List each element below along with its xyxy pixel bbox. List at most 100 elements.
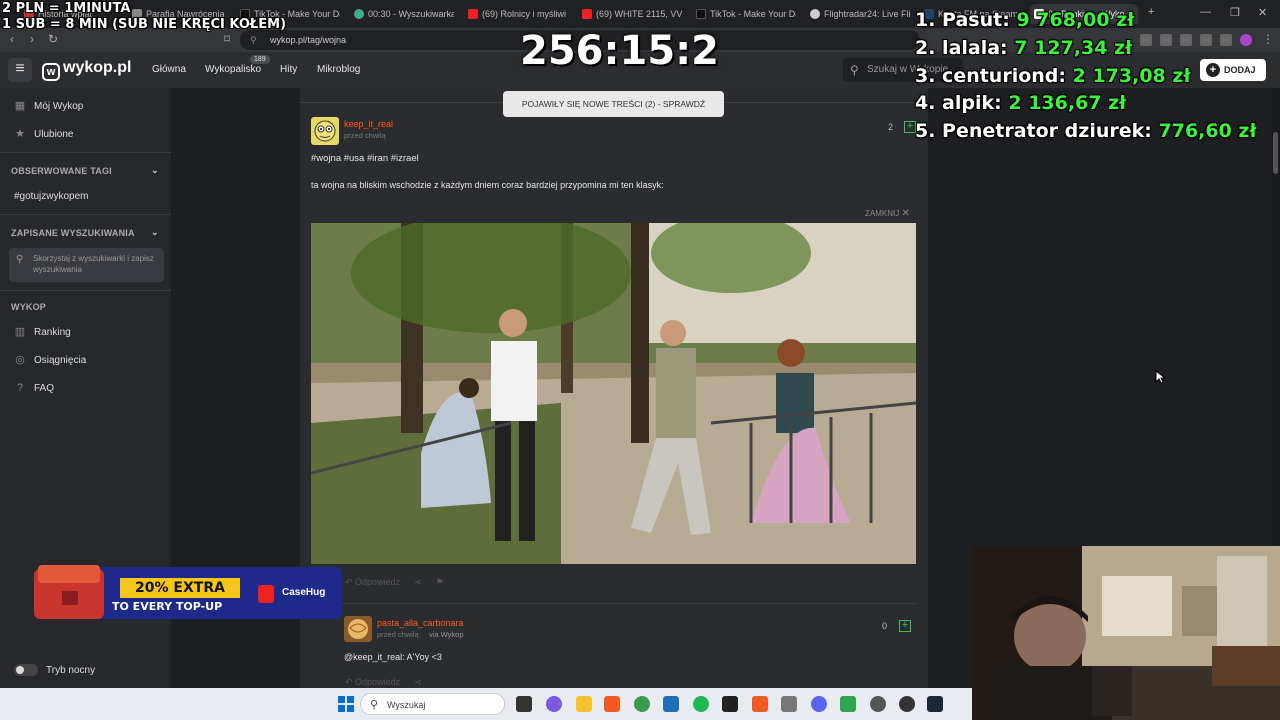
browser-tab[interactable]: TikTok - Make Your Da: [692, 4, 796, 24]
reply-icon: ↶: [345, 577, 356, 587]
browser-tab[interactable]: (69) Rolnicy i myśliwi p: [464, 4, 568, 24]
casehug-ad-banner: 20% EXTRA TO EVERY TOP-UP CaseHug: [32, 561, 342, 625]
task-view-icon[interactable]: [516, 696, 532, 712]
steam-icon[interactable]: [927, 696, 943, 712]
wykop-heading: WYKOP: [11, 302, 47, 312]
taskbar-search-input[interactable]: ⚲ Wyszukaj: [360, 693, 505, 715]
file-explorer-icon[interactable]: [576, 696, 592, 712]
google-icon: [354, 9, 364, 19]
new-tab-button[interactable]: +: [1148, 6, 1154, 18]
sidebar-item-ranking[interactable]: ▥ Ranking: [14, 326, 71, 338]
obs-icon[interactable]: [722, 696, 738, 712]
nav-mikroblog[interactable]: Mikroblog: [317, 64, 360, 75]
ranking-entry: 2. lalala: 7 127,34 zł: [915, 37, 1133, 59]
saved-searches-heading[interactable]: ZAPISANE WYSZUKIWANIA ⌄: [11, 227, 159, 238]
question-icon: ?: [16, 382, 24, 394]
profile-icon[interactable]: [1240, 34, 1252, 46]
comment-author-name[interactable]: pasta_alla_carbonara: [377, 618, 464, 628]
saved-searches-hint: ⚲ Skorzystaj z wyszukiwarki i zapisz wysz…: [9, 248, 164, 282]
notes-icon[interactable]: [840, 696, 856, 712]
windows-logo-icon: [338, 696, 354, 712]
wykopalisko-count-badge: 189: [250, 55, 270, 64]
post-time: przed chwilą: [344, 131, 386, 140]
observed-tags-heading[interactable]: OBSERWOWANE TAGI ⌄: [11, 165, 159, 176]
browser-tab[interactable]: (69) WHITE 2115, VVS: [578, 4, 682, 24]
post-body: ta wojna na bliskim wschodzie z każdym d…: [311, 180, 664, 190]
sidebar-divider: [0, 214, 171, 215]
copilot-icon[interactable]: [546, 696, 562, 712]
sidebar-item-achievements[interactable]: ◎ Osiągnięcia: [14, 354, 86, 366]
share-icon[interactable]: ⋖: [414, 677, 422, 688]
browser-tab[interactable]: 00:30 - Wyszukiwarka: [350, 4, 454, 24]
chrome-icon[interactable]: [634, 696, 650, 712]
hamburger-menu-icon[interactable]: ≡: [8, 58, 32, 82]
new-content-banner[interactable]: POJAWIŁY SIĘ NOWE TREŚCI (2) - SPRAWDŹ: [503, 91, 724, 117]
reply-button[interactable]: ↶ Odpowiedz: [345, 677, 400, 688]
windows-start-icon[interactable]: [338, 696, 354, 712]
app-icon[interactable]: [899, 696, 915, 712]
star-icon: ★: [15, 128, 25, 140]
extension-icon[interactable]: [1160, 34, 1172, 46]
nav-hity[interactable]: Hity: [280, 64, 297, 75]
post-embedded-image[interactable]: [311, 223, 916, 564]
streamer-webcam: [972, 546, 1280, 720]
extension-icon[interactable]: [1220, 34, 1232, 46]
comment-upvote-plus-icon[interactable]: +: [899, 620, 911, 632]
chevron-down-icon: ⌄: [151, 227, 159, 237]
post-author-name[interactable]: keep_it_real: [344, 119, 393, 129]
search-icon: ⚲: [850, 63, 859, 77]
ad-brand: CaseHug: [282, 587, 326, 598]
sidebar-item-favorites[interactable]: ★ Ulubione: [14, 128, 73, 140]
extension-icon[interactable]: [1200, 34, 1212, 46]
brave-icon[interactable]: [604, 696, 620, 712]
scrollbar-thumb[interactable]: [1273, 132, 1278, 174]
sidebar-item-faq[interactable]: ? FAQ: [14, 382, 54, 394]
ranking-entry: 5. Penetrator dziurek: 776,60 zł: [915, 120, 1257, 142]
window-close-button[interactable]: ✕: [1258, 6, 1267, 19]
site-logo[interactable]: w wykop.pl: [42, 59, 131, 81]
comment-body: @keep_it_real: A'Yoy <3: [344, 652, 442, 662]
nav-glowna[interactable]: Główna: [152, 64, 186, 75]
home-icon: ▦: [14, 100, 26, 112]
reply-button[interactable]: ↶ Odpowiedz: [345, 577, 400, 588]
comment-author-avatar[interactable]: [344, 616, 372, 642]
comment-time: przed chwilą: [377, 630, 419, 639]
night-mode-toggle[interactable]: Tryb nocny: [14, 664, 95, 676]
menu-dots-icon[interactable]: ⋮: [1262, 32, 1274, 46]
report-icon[interactable]: ⚑: [436, 577, 444, 588]
minimize-button[interactable]: —: [1200, 6, 1211, 18]
windows-taskbar: ⚲ Wyszukaj: [0, 688, 972, 720]
add-content-button[interactable]: + DODAJ: [1200, 59, 1266, 81]
reply-icon: ↶: [345, 677, 356, 687]
toggle-switch[interactable]: [14, 664, 38, 676]
casehug-logo-icon: [258, 585, 274, 603]
sidebar-item-my-wykop[interactable]: ▦ Mój Wykop: [14, 100, 84, 112]
medal-icon: ◎: [15, 354, 25, 366]
comment-actions: ↶ Odpowiedz ⋖: [345, 677, 422, 688]
tiktok-icon: [696, 9, 706, 19]
spotify-icon[interactable]: [693, 696, 709, 712]
post-actions: ↶ Odpowiedz ⋖ ⚑: [345, 577, 444, 588]
extension-icon[interactable]: [1180, 34, 1192, 46]
webcam-feed: [972, 546, 1280, 720]
extension-icon[interactable]: [1140, 34, 1152, 46]
share-icon[interactable]: ⋖: [414, 577, 422, 588]
forward-icon[interactable]: ›: [30, 32, 34, 46]
store-icon[interactable]: [663, 696, 679, 712]
collapse-button[interactable]: ZAMKNIJ ✕: [865, 208, 910, 219]
brave-icon[interactable]: [752, 696, 768, 712]
youtube-icon: [582, 9, 592, 19]
reload-icon[interactable]: ↻: [48, 32, 58, 46]
bookmark-icon[interactable]: ⌑: [224, 32, 230, 46]
discord-icon[interactable]: [811, 696, 827, 712]
nav-wykopalisko[interactable]: Wykopalisko: [205, 64, 261, 75]
post-author-avatar[interactable]: [311, 117, 339, 145]
mouse-cursor-icon: [1155, 370, 1165, 384]
settings-gear-icon[interactable]: [870, 696, 886, 712]
post-tags[interactable]: #wojna #usa #iran #izrael: [311, 153, 419, 164]
sidebar-tag-item[interactable]: #gotujzwykopem: [14, 191, 88, 202]
back-icon[interactable]: ‹: [10, 32, 14, 46]
browser-tab[interactable]: Flightradar24: Live Flig: [806, 4, 910, 24]
calculator-icon[interactable]: [781, 696, 797, 712]
maximize-button[interactable]: ❐: [1230, 6, 1240, 19]
